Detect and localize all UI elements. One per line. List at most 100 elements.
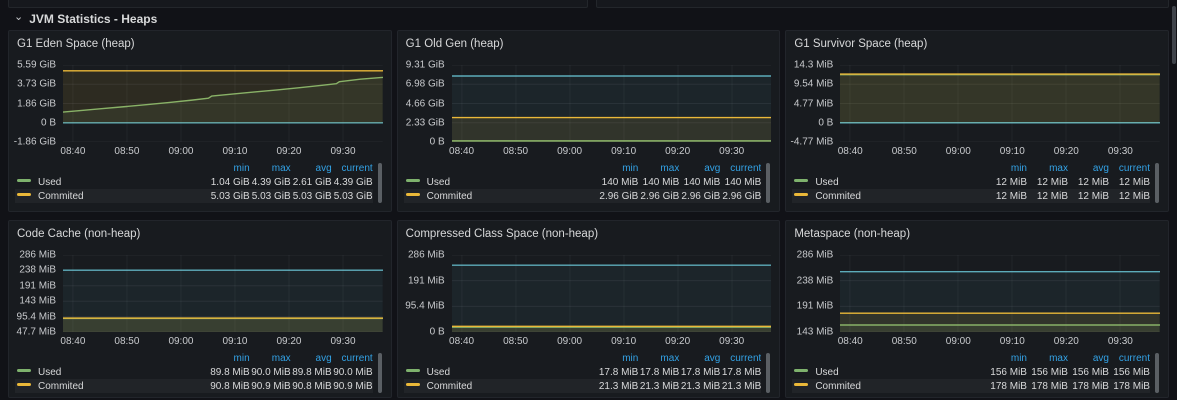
panel-title[interactable]: G1 Old Gen (heap) <box>398 31 780 60</box>
legend-value: 140 MiB <box>638 177 679 188</box>
legend-value: 21.3 MiB <box>638 381 679 392</box>
legend-value: 1.04 GiB <box>209 177 250 188</box>
legend: minmaxavgcurrentUsed17.8 MiB17.8 MiB17.8… <box>404 352 772 393</box>
panel-title[interactable]: Compressed Class Space (non-heap) <box>398 221 780 250</box>
series-color-icon <box>17 179 31 182</box>
legend-series-label[interactable]: Used <box>792 177 986 188</box>
y-axis-label: 191 MiB <box>19 280 56 291</box>
legend-series-label[interactable]: Used <box>792 367 986 378</box>
panel-grid: G1 Eden Space (heap) 5.59 GiB3.73 GiB1.8… <box>8 30 1169 398</box>
legend-row-used: Used140 MiB140 MiB140 MiB140 MiB <box>404 175 762 189</box>
x-axis-label: 09:20 <box>276 146 301 157</box>
legend-series-label[interactable]: Commited <box>792 191 986 202</box>
legend-value: 156 MiB <box>1068 367 1109 378</box>
legend-value: 12 MiB <box>986 177 1027 188</box>
timeseries-svg <box>63 65 383 142</box>
legend-column-current[interactable]: current <box>332 163 373 174</box>
legend-value: 90.0 MiB <box>332 367 373 378</box>
timeseries-svg <box>63 255 383 332</box>
legend-series-label[interactable]: Used <box>15 367 209 378</box>
legend-column-avg[interactable]: avg <box>1068 163 1109 174</box>
x-axis-label: 09:30 <box>719 336 744 347</box>
plot-area[interactable] <box>840 255 1160 332</box>
plot-area[interactable] <box>452 255 772 332</box>
legend-column-max[interactable]: max <box>638 163 679 174</box>
legend-series-label[interactable]: Commited <box>404 191 598 202</box>
panel-title[interactable]: Metaspace (non-heap) <box>786 221 1168 250</box>
legend-table: minmaxavgcurrentUsed12 MiB12 MiB12 MiB12… <box>792 162 1160 203</box>
series-color-icon <box>794 369 808 372</box>
legend-value: 2.96 GiB <box>720 191 761 202</box>
series-color-icon <box>406 383 420 386</box>
legend-series-label[interactable]: Commited <box>404 381 598 392</box>
panel-title[interactable]: Code Cache (non-heap) <box>9 221 391 250</box>
plot-area[interactable] <box>452 65 772 142</box>
plot-area[interactable] <box>840 65 1160 142</box>
y-axis-label: 238 MiB <box>797 275 834 286</box>
legend-column-max[interactable]: max <box>1027 353 1068 364</box>
legend-column-avg[interactable]: avg <box>291 353 332 364</box>
legend-column-avg[interactable]: avg <box>1068 353 1109 364</box>
y-axis-label: 0 B <box>41 117 56 128</box>
legend-scrollbar[interactable] <box>766 163 770 203</box>
legend-column-min[interactable]: min <box>209 353 250 364</box>
legend-row-used: Used156 MiB156 MiB156 MiB156 MiB <box>792 365 1150 379</box>
legend-column-min[interactable]: min <box>209 163 250 174</box>
clipped-panel-right <box>596 0 1169 8</box>
legend-column-max[interactable]: max <box>250 163 291 174</box>
legend-value: 90.9 MiB <box>332 381 373 392</box>
y-axis-label: 0 B <box>430 137 445 148</box>
x-axis: 08:4008:5009:0009:1009:2009:30 <box>452 333 772 350</box>
legend-column-avg[interactable]: avg <box>679 353 720 364</box>
chart-area: 5.59 GiB3.73 GiB1.86 GiB0 B-1.86 GiB <box>9 65 391 142</box>
y-axis: 9.31 GiB6.98 GiB4.66 GiB2.33 GiB0 B <box>398 65 452 142</box>
legend-column-current[interactable]: current <box>332 353 373 364</box>
row-header-jvm-statistics-heaps[interactable]: ⌄ JVM Statistics - Heaps <box>8 8 157 30</box>
legend-column-min[interactable]: min <box>597 163 638 174</box>
legend-column-min[interactable]: min <box>986 353 1027 364</box>
legend-column-current[interactable]: current <box>720 353 761 364</box>
plot-area[interactable] <box>63 65 383 142</box>
panel-title[interactable]: G1 Survivor Space (heap) <box>786 31 1168 60</box>
y-axis-label: 95.4 MiB <box>17 311 56 322</box>
page-scrollbar[interactable] <box>1172 6 1176 64</box>
legend-value: 12 MiB <box>986 191 1027 202</box>
legend-table: minmaxavgcurrentUsed17.8 MiB17.8 MiB17.8… <box>404 352 772 393</box>
legend-series-label[interactable]: Commited <box>15 381 209 392</box>
legend-column-min[interactable]: min <box>597 353 638 364</box>
legend-column-max[interactable]: max <box>638 353 679 364</box>
x-axis-label: 09:20 <box>1054 336 1079 347</box>
legend-row-commited: Commited21.3 MiB21.3 MiB21.3 MiB21.3 MiB <box>404 379 762 393</box>
legend-column-max[interactable]: max <box>1027 163 1068 174</box>
legend-scrollbar[interactable] <box>1155 163 1159 203</box>
legend: minmaxavgcurrentUsed89.8 MiB90.0 MiB89.8… <box>15 352 383 393</box>
series-color-icon <box>17 369 31 372</box>
legend-series-label[interactable]: Used <box>404 177 598 188</box>
legend-scrollbar[interactable] <box>1155 353 1159 393</box>
legend-series-label[interactable]: Used <box>15 177 209 188</box>
panel-title[interactable]: G1 Eden Space (heap) <box>9 31 391 60</box>
legend-scrollbar[interactable] <box>378 163 382 203</box>
legend-scrollbar[interactable] <box>766 353 770 393</box>
legend-column-max[interactable]: max <box>250 353 291 364</box>
legend-row-commited: Commited90.8 MiB90.9 MiB90.8 MiB90.9 MiB <box>15 379 373 393</box>
row-title: JVM Statistics - Heaps <box>29 12 157 26</box>
legend-column-current[interactable]: current <box>1109 163 1150 174</box>
legend-column-avg[interactable]: avg <box>291 163 332 174</box>
legend-series-label[interactable]: Used <box>404 367 598 378</box>
legend-header-row: minmaxavgcurrent <box>404 352 762 365</box>
x-axis-label: 09:00 <box>557 336 582 347</box>
legend-column-current[interactable]: current <box>720 163 761 174</box>
legend-value: 178 MiB <box>1068 381 1109 392</box>
legend-column-avg[interactable]: avg <box>679 163 720 174</box>
plot-area[interactable] <box>63 255 383 332</box>
series-color-icon <box>406 369 420 372</box>
legend-value: 90.8 MiB <box>291 381 332 392</box>
y-axis-label: 143 MiB <box>797 327 834 338</box>
legend-series-label[interactable]: Commited <box>792 381 986 392</box>
legend-series-label[interactable]: Commited <box>15 191 209 202</box>
legend-column-min[interactable]: min <box>986 163 1027 174</box>
legend-column-current[interactable]: current <box>1109 353 1150 364</box>
x-axis-label: 09:10 <box>222 146 247 157</box>
legend-scrollbar[interactable] <box>378 353 382 393</box>
